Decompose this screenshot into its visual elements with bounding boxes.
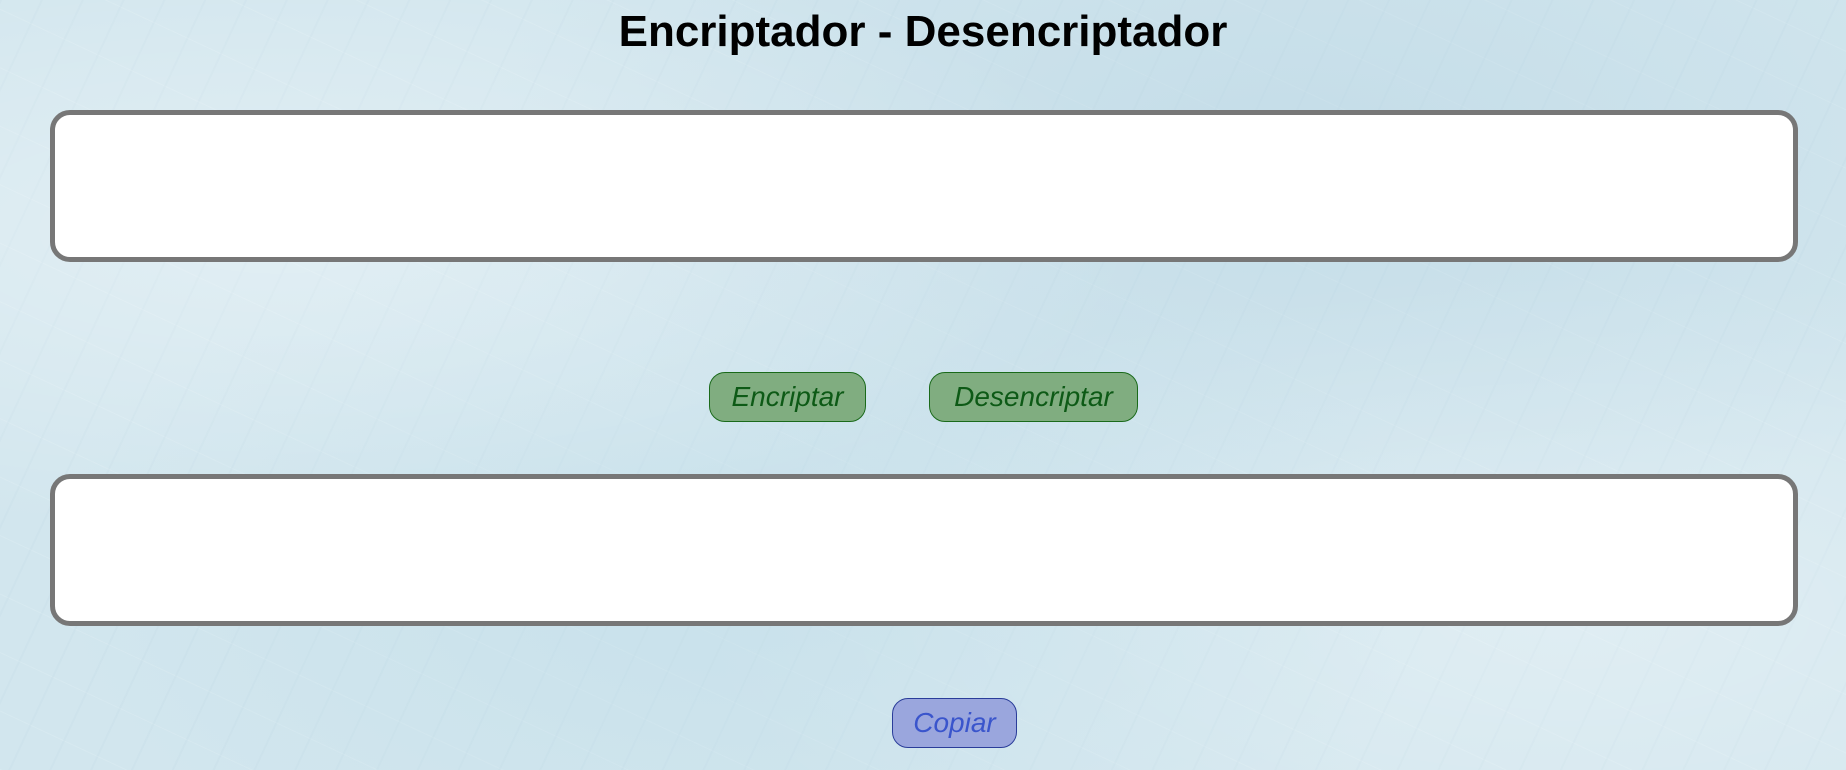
copy-button[interactable]: Copiar bbox=[892, 698, 1017, 748]
decrypt-button[interactable]: Desencriptar bbox=[929, 372, 1138, 422]
input-textarea[interactable] bbox=[50, 110, 1798, 262]
output-textarea[interactable] bbox=[50, 474, 1798, 626]
page-body: { "header": { "title": "Encriptador - De… bbox=[0, 0, 1846, 770]
page-title: Encriptador - Desencriptador bbox=[618, 7, 1228, 56]
encrypt-button[interactable]: Encriptar bbox=[709, 372, 866, 422]
